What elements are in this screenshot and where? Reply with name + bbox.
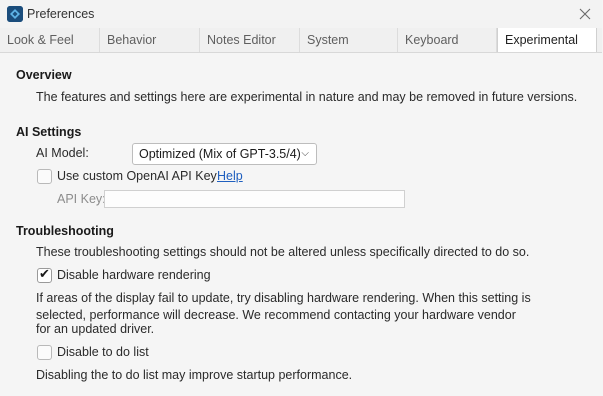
overview-text: The features and settings here are exper… [36, 90, 578, 104]
preferences-window: Preferences Look & Feel Behavior Notes E… [0, 0, 602, 396]
tab-behavior[interactable]: Behavior [100, 28, 200, 52]
window-title: Preferences [27, 7, 95, 21]
tab-label: Look & Feel [7, 33, 74, 47]
tab-system[interactable]: System [300, 28, 398, 52]
tab-look-and-feel[interactable]: Look & Feel [0, 28, 100, 52]
ai-model-value: Optimized (Mix of GPT-3.5/4) [139, 147, 301, 161]
ai-settings-heading: AI Settings [16, 125, 82, 139]
troubleshooting-heading: Troubleshooting [16, 224, 114, 238]
tab-notes-editor[interactable]: Notes Editor [200, 28, 300, 52]
tab-label: Behavior [107, 33, 157, 47]
hw-description-line-1: If areas of the display fail to update, … [36, 291, 531, 305]
disable-todo-list-checkbox[interactable] [37, 345, 52, 360]
overview-heading: Overview [16, 68, 72, 82]
experimental-panel: Overview The features and settings here … [0, 53, 602, 396]
tab-label: Keyboard [405, 33, 459, 47]
tab-label: Notes Editor [207, 33, 276, 47]
tab-keyboard[interactable]: Keyboard [398, 28, 497, 52]
app-logo-icon [7, 6, 23, 22]
ai-model-select[interactable]: Optimized (Mix of GPT-3.5/4) ⌵ [132, 143, 317, 165]
tab-experimental[interactable]: Experimental [497, 28, 597, 53]
tab-bar: Look & Feel Behavior Notes Editor System… [0, 28, 602, 53]
api-key-label: API Key: [57, 192, 106, 206]
hw-description-line-3: for an updated driver. [36, 322, 155, 336]
custom-api-key-checkbox[interactable] [37, 169, 52, 184]
disable-hardware-rendering-label: Disable hardware rendering [57, 268, 211, 282]
tab-label: System [307, 33, 349, 47]
disable-hardware-rendering-checkbox[interactable]: ✔ [37, 266, 52, 283]
tab-label: Experimental [505, 33, 578, 47]
api-key-field[interactable] [104, 190, 405, 208]
todo-description: Disabling the to do list may improve sta… [36, 368, 353, 382]
disable-todo-list-label: Disable to do list [57, 345, 149, 359]
help-link[interactable]: Help [217, 169, 243, 183]
close-icon[interactable] [576, 5, 594, 23]
chevron-down-icon: ⌵ [301, 148, 309, 159]
custom-api-key-label: Use custom OpenAI API Key [57, 169, 217, 183]
ai-model-label: AI Model: [36, 146, 89, 160]
hw-description-line-2: selected, performance will decrease. We … [36, 308, 516, 322]
troubleshooting-intro: These troubleshooting settings should no… [36, 245, 530, 259]
checkmark-icon: ✔ [39, 266, 50, 281]
title-bar: Preferences [0, 0, 602, 28]
